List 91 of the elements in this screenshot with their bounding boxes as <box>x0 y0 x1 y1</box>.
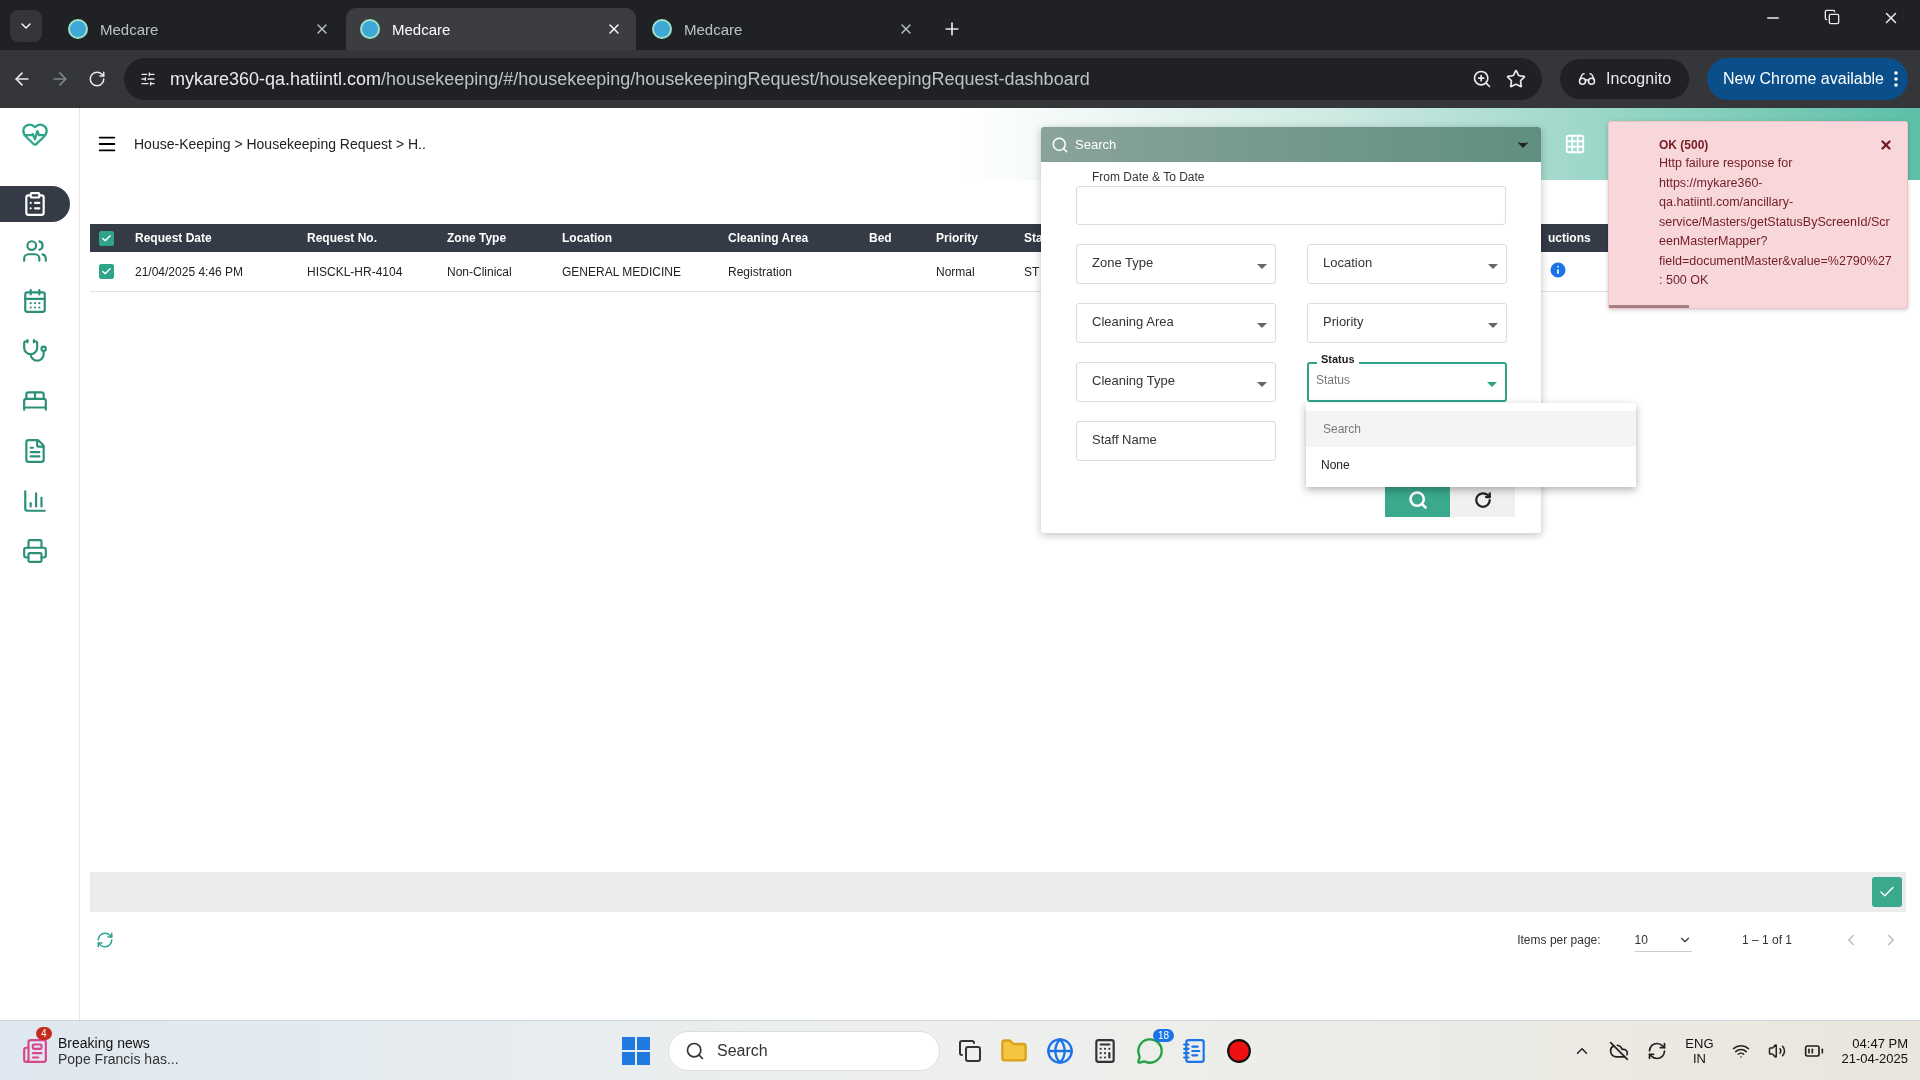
sync-icon[interactable] <box>1647 1040 1668 1061</box>
sidebar-item[interactable] <box>0 186 70 222</box>
start-icon[interactable] <box>622 1036 650 1065</box>
tab-list-button[interactable] <box>10 10 42 42</box>
record-icon[interactable] <box>1226 1037 1252 1064</box>
printer-icon <box>22 538 48 564</box>
bed-icon <box>22 388 48 414</box>
table-cell-text: ST <box>1023 264 1041 279</box>
row-checkbox[interactable] <box>99 264 114 279</box>
caret-icon <box>1257 264 1267 269</box>
column-header: Cleaning Area <box>727 231 810 245</box>
more-icon <box>1894 71 1898 87</box>
incognito-indicator[interactable]: Incognito <box>1560 59 1690 99</box>
site-settings-icon[interactable] <box>140 71 156 87</box>
column-header: Location <box>561 231 613 245</box>
search-icon <box>685 1040 705 1061</box>
table-cell-text: Normal <box>935 264 976 279</box>
clipboard-icon <box>22 191 48 217</box>
favicon-icon <box>652 19 672 39</box>
dropdown-search-field[interactable]: Search <box>1306 411 1636 447</box>
column-header: Request Date <box>134 231 213 245</box>
select-field[interactable]: Location <box>1307 244 1507 284</box>
table-cell-text: Registration <box>727 264 794 279</box>
task-view-icon[interactable] <box>958 1038 982 1063</box>
calendar-icon <box>22 288 48 314</box>
notification-badge: 18 <box>1152 1028 1174 1042</box>
favicon-icon <box>360 19 380 39</box>
check-icon <box>101 232 112 244</box>
column-header: Request No. <box>306 231 378 245</box>
column-header: Priority <box>935 231 979 245</box>
language-indicator[interactable]: ENG IN <box>1685 1035 1714 1066</box>
select-field[interactable]: Priority <box>1307 303 1507 343</box>
address-bar[interactable]: mykare360-qa.hatiintl.com/housekeeping/#/housekeeping/housekeepingRequest/housekeepingRequest-dashboard <box>124 58 1543 100</box>
toast-title: OK (500) <box>1659 138 1709 152</box>
calculator-icon[interactable] <box>1092 1037 1118 1064</box>
restore-icon[interactable] <box>1824 9 1840 25</box>
toast-message: Http failure response for https://mykare360-qa.hatiintl.com/ancillary-service/Masters/getStatusByScreenId/ScreenMasterMapper?field=documentMaster&value=%2790%27: 500 OK <box>1659 155 1893 289</box>
select-field[interactable]: Cleaning Area <box>1076 303 1276 343</box>
column-header: Bed <box>868 231 893 245</box>
heart-logo-icon <box>21 120 49 148</box>
dropdown-option[interactable]: None <box>1306 447 1636 483</box>
caret-icon <box>1257 323 1267 328</box>
info-icon[interactable] <box>1548 260 1568 280</box>
confirm-button[interactable] <box>1872 877 1902 907</box>
reload-icon <box>1473 491 1492 509</box>
input-field[interactable]: Staff Name <box>1076 421 1276 461</box>
caret-icon <box>1487 382 1497 387</box>
document-icon <box>22 438 48 464</box>
page-range: 1 – 1 of 1 <box>1741 933 1792 947</box>
column-header: uctions <box>1547 231 1592 245</box>
bar-chart-icon <box>22 488 48 514</box>
notepad-icon[interactable] <box>1182 1037 1208 1064</box>
field-label: From Date & To Date <box>1091 170 1206 184</box>
notification-badge: 4 <box>36 1026 52 1040</box>
browser-tab[interactable]: Medcare <box>346 8 636 50</box>
favicon-icon <box>68 19 88 39</box>
caret-icon <box>1488 323 1498 328</box>
cloud-icon[interactable] <box>1609 1040 1630 1061</box>
select-field[interactable]: Zone Type <box>1076 244 1276 284</box>
date-range-field[interactable] <box>1076 186 1506 225</box>
search-icon <box>1407 490 1428 510</box>
update-button[interactable]: New Chrome available <box>1707 58 1908 100</box>
table-cell-text: HISCKL-HR-4104 <box>306 264 404 279</box>
items-per-page-label: Items per page: <box>1517 933 1601 947</box>
star-icon[interactable] <box>1506 69 1527 89</box>
caret-icon <box>1488 264 1498 269</box>
breadcrumb: House-Keeping > Housekeeping Request > H.. <box>134 136 426 152</box>
column-header: Zone Type <box>446 231 508 245</box>
table-cell-text: Non-Clinical <box>446 264 513 279</box>
taskbar-search-field[interactable]: Search <box>668 1030 940 1071</box>
news-headline[interactable]: Pope Francis has... <box>58 1050 179 1067</box>
people-icon <box>22 238 48 264</box>
stethoscope-icon <box>22 338 48 364</box>
close-icon[interactable] <box>1879 138 1893 152</box>
news-icon[interactable] <box>22 1037 48 1064</box>
refresh-icon[interactable] <box>96 931 114 949</box>
caret-icon <box>1257 382 1267 387</box>
search-icon <box>1051 135 1069 154</box>
select-all-checkbox[interactable] <box>99 230 114 246</box>
browser-icon[interactable] <box>1046 1036 1074 1065</box>
select-field[interactable]: Cleaning Type <box>1076 362 1276 402</box>
field-label: Status <box>1317 353 1359 365</box>
clock[interactable]: 04:47 PM 21-04-2025 <box>1841 1035 1908 1066</box>
page-size-select[interactable]: 10 <box>1634 928 1692 952</box>
volume-icon[interactable] <box>1767 1041 1786 1060</box>
table-cell-text: 21/04/2025 4:46 PM <box>134 264 245 279</box>
reload-icon[interactable] <box>88 70 106 88</box>
zoom-icon[interactable] <box>1472 69 1493 89</box>
news-title[interactable]: Breaking news <box>58 1034 179 1051</box>
check-icon <box>101 266 112 277</box>
table-cell-text: GENERAL MEDICINE <box>561 264 682 279</box>
